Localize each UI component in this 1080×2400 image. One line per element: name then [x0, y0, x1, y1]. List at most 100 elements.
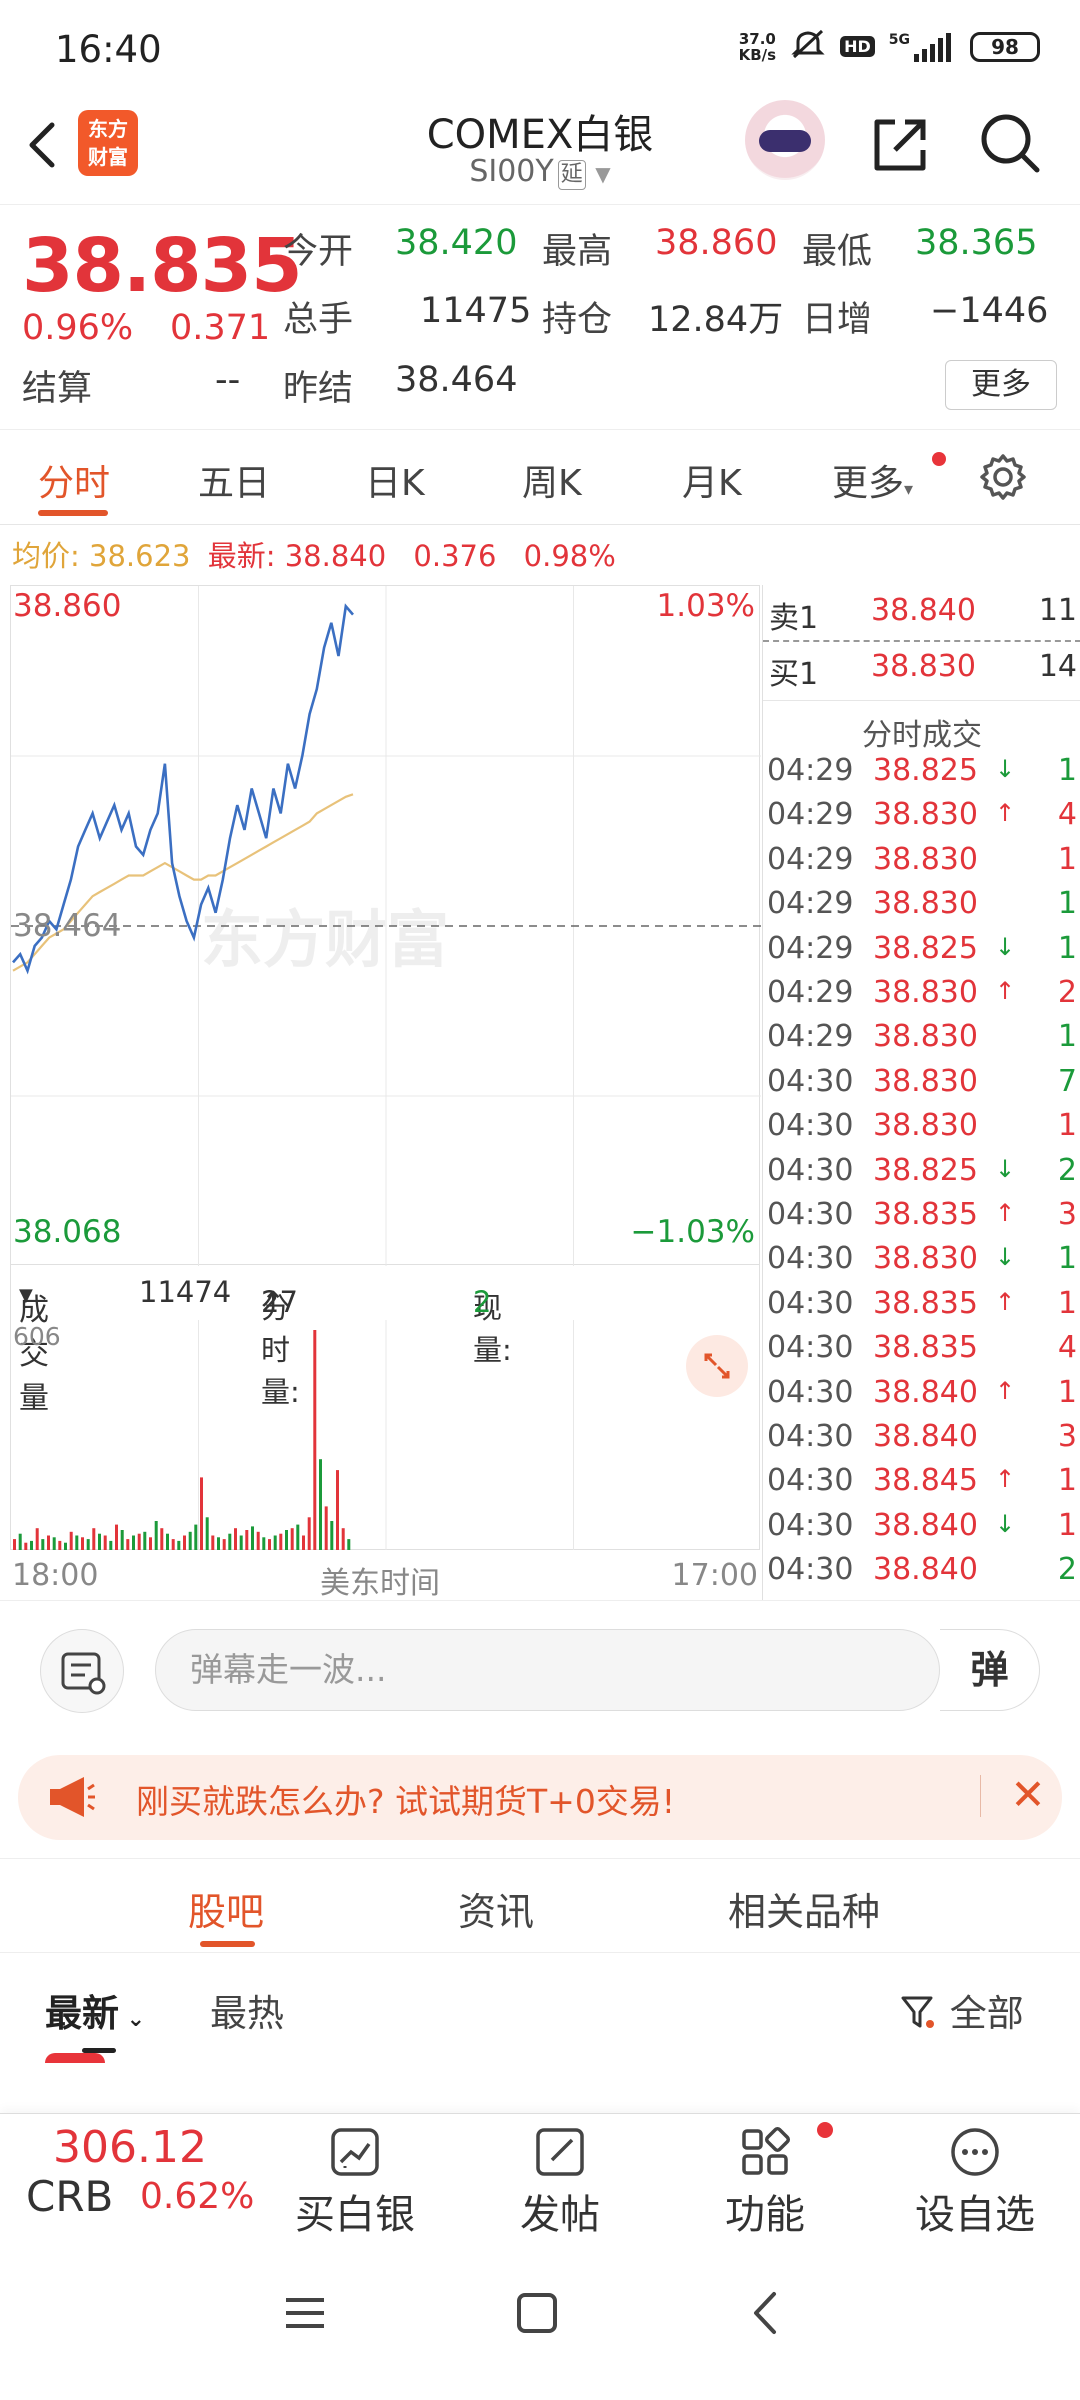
share-icon[interactable]	[865, 110, 935, 180]
trade-row: 04:29 38.825 ↓ 1	[763, 931, 1080, 975]
volume-bar	[126, 1539, 130, 1550]
trade-time: 04:30	[767, 1463, 854, 1499]
status-bar: 16:40 37.0 KB/s HD 5G 98	[0, 0, 1080, 90]
tab-daily-k[interactable]: 日K	[365, 454, 425, 506]
danmaku-input[interactable]: 弹幕走一波...	[155, 1629, 940, 1711]
add-watchlist-button[interactable]: 设自选	[900, 2122, 1050, 2240]
trade-time: 04:30	[767, 1241, 854, 1277]
ask-volume: 11	[1038, 593, 1077, 628]
prev-settle-label: 昨结	[283, 369, 354, 409]
tab-more[interactable]: 更多▾	[832, 454, 913, 506]
trade-price: 38.830	[873, 1241, 978, 1277]
trade-volume: 1	[1057, 1285, 1077, 1321]
promo-banner[interactable]: 刚买就跌怎么办? 试试期货T+0交易! ✕	[18, 1755, 1062, 1840]
tab-monthly-k[interactable]: 月K	[682, 454, 742, 506]
volume-bar	[166, 1533, 169, 1550]
intraday-chart[interactable]: 东方财富 38.860 1.03% 38.464 38.068 −1.03%	[10, 585, 761, 1266]
volume-bar	[41, 1539, 45, 1550]
status-icons: 37.0 KB/s HD 5G 98	[739, 28, 1040, 65]
volume-bar	[143, 1531, 147, 1550]
settle-label: 结算	[22, 369, 93, 409]
volume-header: 成交量 ▼ 11474 分时量: 27 ↑ 现量: 2	[10, 1265, 760, 1416]
back-button[interactable]	[20, 115, 70, 175]
open-value: 38.420	[395, 223, 518, 263]
post-button[interactable]: 发帖	[490, 2122, 630, 2240]
volume-bar	[137, 1533, 141, 1550]
trade-volume: 1	[1057, 1507, 1077, 1543]
trade-time: 04:30	[767, 1285, 854, 1321]
promo-text: 刚买就跌怎么办? 试试期货T+0交易!	[136, 1782, 676, 1821]
more-button[interactable]: 更多	[945, 360, 1057, 410]
volume-bar	[256, 1531, 260, 1550]
tab-intraday[interactable]: 分时	[38, 454, 110, 506]
expand-icon[interactable]	[686, 1335, 748, 1397]
assistant-robot-icon[interactable]	[745, 100, 825, 180]
active-tab-indicator	[38, 510, 108, 516]
tab-forum[interactable]: 股吧	[188, 1881, 264, 1936]
trade-time: 04:29	[767, 841, 854, 877]
tab-news[interactable]: 资讯	[458, 1881, 534, 1936]
sort-hot[interactable]: 最热	[210, 1983, 284, 2037]
volume-bar	[103, 1535, 107, 1550]
volume-label: 总手	[283, 300, 354, 340]
trade-row: 04:29 38.830 ↑ 2	[763, 975, 1080, 1019]
y-axis-top-pct: 1.03%	[656, 588, 755, 624]
avg-price: 38.623	[89, 539, 191, 573]
volume-bar	[24, 1542, 28, 1550]
instrument-code[interactable]: SI00Y 延 ▼	[300, 154, 780, 190]
trade-volume: 1	[1057, 930, 1077, 966]
crb-index[interactable]: 306.12 CRB 0.62%	[18, 2120, 268, 2230]
page-title: COMEX白银	[426, 112, 654, 158]
last-price: 38.835	[22, 223, 303, 309]
sort-latest[interactable]: 最新 ⌄	[45, 1983, 145, 2037]
daily-inc-value: −1446	[930, 291, 1049, 331]
status-time: 16:40	[55, 28, 162, 71]
tab-weekly-k[interactable]: 周K	[522, 454, 582, 506]
low-value: 38.365	[915, 223, 1038, 263]
arrow-up-icon: ↑	[995, 799, 1016, 828]
volume-bar	[98, 1533, 101, 1550]
tab-five-day[interactable]: 五日	[198, 454, 270, 506]
trade-row: 04:30 38.840 ↓ 1	[763, 1508, 1080, 1552]
functions-button[interactable]: 功能	[695, 2122, 835, 2240]
header: 东方 财富 COMEX白银 SI00Y 延 ▼	[0, 90, 1080, 205]
volume-bar	[183, 1535, 186, 1550]
section-tabs: 股吧 资讯 相关品种	[0, 1858, 1080, 1953]
menu-icon[interactable]	[280, 2288, 330, 2342]
bid-price: 38.830	[871, 649, 976, 684]
tab-related[interactable]: 相关品种	[728, 1881, 880, 1936]
y-axis-mid: 38.464	[13, 908, 122, 944]
trade-price: 38.840	[873, 1552, 978, 1588]
more-dots-icon	[951, 2128, 999, 2176]
volume-bar	[279, 1533, 283, 1550]
trade-time: 04:30	[767, 1419, 854, 1454]
danmaku-toggle[interactable]: 弹	[940, 1629, 1040, 1711]
trade-time: 04:29	[767, 975, 854, 1010]
trade-row: 04:29 38.825 ↓ 1	[763, 753, 1080, 797]
filter-all[interactable]: 全部	[900, 1983, 1024, 2037]
quote-panel: 38.835 0.96% 0.371 今开 38.420 最高 38.860 最…	[0, 205, 1080, 430]
back-nav-icon[interactable]	[742, 2288, 792, 2342]
trade-price: 38.835	[873, 1330, 978, 1366]
arrow-up-icon: ↑	[995, 1199, 1016, 1227]
trade-time: 04:29	[767, 1019, 854, 1055]
danmaku-settings-icon[interactable]	[40, 1629, 124, 1713]
trade-time: 04:30	[767, 1330, 854, 1366]
mute-icon	[790, 28, 826, 65]
home-icon[interactable]	[512, 2288, 562, 2342]
volume-chart[interactable]: 606	[10, 1320, 760, 1550]
volume-bar	[154, 1521, 158, 1550]
settings-gear-icon[interactable]	[978, 452, 1028, 506]
prev-settle-value: 38.464	[395, 360, 518, 400]
volume-bar	[69, 1531, 73, 1550]
volume-bar	[35, 1528, 39, 1550]
volume-bar	[64, 1542, 67, 1550]
close-icon[interactable]: ✕	[998, 1765, 1058, 1825]
buy-silver-button[interactable]: 买白银	[285, 2122, 425, 2240]
app-logo[interactable]: 东方 财富	[78, 110, 138, 176]
trade-row: 04:30 38.835 ↑ 1	[763, 1286, 1080, 1330]
volume-bar	[171, 1539, 175, 1550]
volume-bar	[302, 1535, 305, 1550]
search-icon[interactable]	[975, 108, 1045, 178]
volume-bar	[92, 1528, 96, 1550]
